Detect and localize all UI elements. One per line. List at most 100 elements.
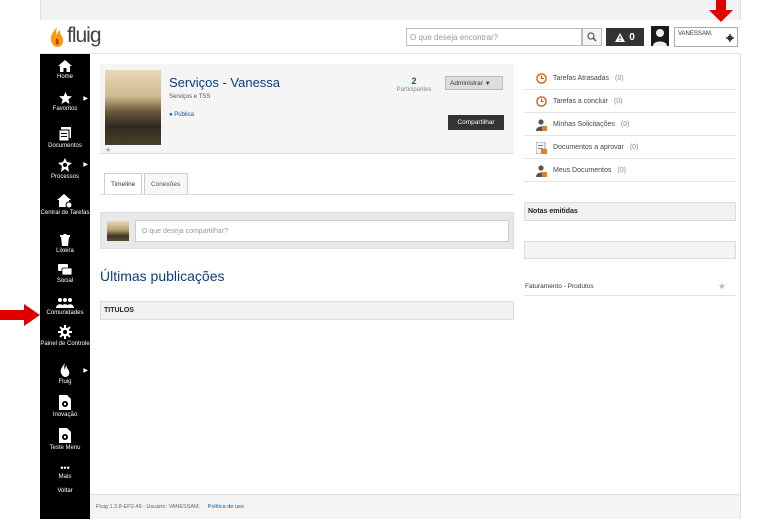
annotation-arrow-right-icon [0,304,40,326]
empty-widget-bar [524,241,736,259]
processes-icon [58,158,72,172]
tab-divider [100,194,514,195]
sidebar-item-label: Processos [50,174,79,180]
participants-label: Participantes [396,87,432,93]
fluig-icon [60,363,70,377]
sidebar-item-label: Inovação [52,412,78,418]
sidebar-item-label: Central de Tarefas [40,210,90,216]
star-icon[interactable]: ★ [718,281,726,292]
notification-count: 0 [629,31,635,43]
sidebar-item-social[interactable]: Social [40,264,90,285]
visibility-text: Pública [174,112,194,118]
submenu-arrow-icon: ▶ [83,162,88,168]
share-box: O que deseja compartilhar? [100,212,514,249]
fluig-logo[interactable]: fluig [48,24,102,48]
compartilhar-button[interactable]: Compartilhar [448,115,504,130]
task-count: (0) [629,144,639,151]
notes-header: Notas emitidas [524,202,736,221]
tab-timeline[interactable]: Timeline [104,173,142,195]
notifications-button[interactable]: 0 [606,28,644,46]
top-bar: fluig O que deseja encontrar? 0 VANESSAM… [40,20,741,54]
task-link-atrasadas[interactable]: Tarefas Atrasadas (0) [524,68,736,90]
task-count: (0) [615,75,624,82]
tab-conexoes[interactable]: Conexões [144,173,188,195]
sidebar-item-label: Home [56,74,73,80]
sidebar-item-label: Voltar [57,488,73,494]
share-avatar [107,221,129,241]
footer-version: Fluig 1.3.8-EP2.49 - Usuário: VANESSAM. [96,504,201,510]
task-link-minhas-solicitacoes[interactable]: Minhas Solicitações (0) [524,114,736,136]
visibility-label: ● Pública [169,112,194,118]
sidebar-item-label: Social [56,278,74,284]
sidebar-item-label: Fluig [58,379,72,385]
community-title: Serviços - Vanessa [169,75,281,90]
submenu-arrow-icon: ▶ [83,368,88,374]
user-request-icon [536,118,547,131]
task-count: (0) [613,98,623,105]
sidebar-item-inovacao[interactable]: Inovação [40,395,90,419]
billing-item[interactable]: Faturamento - Produtos ★ [524,276,736,296]
sidebar-item-label: Documentos [48,143,82,149]
sidebar-item-favoritos[interactable]: Favoritos ▶ [40,92,90,113]
task-link-a-concluir[interactable]: Tarefas a concluir (0) [524,91,736,113]
task-label: Tarefas Atrasadas [553,75,610,82]
administrar-label: Administrar [450,80,483,87]
globe-icon: ● [169,112,173,118]
sidebar-item-label: Comunidades [46,310,84,316]
logo-text: fluig [67,24,102,47]
sidebar-item-lixeira[interactable]: Lixeira [40,234,90,255]
sidebar-item-fluig[interactable]: Fluig ▶ [40,363,90,386]
more-icon: ••• [60,463,70,473]
task-link-meus-documentos[interactable]: Meus Documentos (0) [524,160,736,182]
billing-item-label: Faturamento - Produtos [525,283,594,290]
annotation-arrow-down-icon [709,0,733,22]
task-link-documentos-aprovar[interactable]: Documentos a aprovar (0) [524,137,736,159]
community-subtitle: Serviços e TSS [169,94,211,100]
sidebar-item-documentos[interactable]: Documentos [40,127,90,150]
participants-count[interactable]: 2 [394,76,434,86]
clock-icon [536,96,547,107]
favorite-star-icon[interactable]: ★ [105,146,111,154]
task-label: Meus Documentos [553,167,612,174]
sidebar-item-painel-de-controle[interactable]: Painel de Controle [40,325,90,348]
gear-icon [58,325,72,339]
search-input[interactable]: O que deseja encontrar? [406,28,582,46]
user-name: VANESSAM. [678,31,713,37]
search-button[interactable] [582,28,602,46]
main-content: ★ Serviços - Vanessa Serviços e TSS ● Pú… [90,54,740,494]
social-icon [58,264,72,276]
trash-icon [60,234,70,246]
my-documents-icon [536,164,547,177]
recent-posts-title: Últimas publicações [100,268,225,284]
sidebar-item-label: Lixeira [56,248,74,254]
gear-icon[interactable] [726,34,734,42]
user-avatar[interactable] [651,26,669,46]
sidebar-item-home[interactable]: Home [40,60,90,81]
submenu-arrow-icon: ▶ [83,96,88,102]
sidebar-item-label: Mais [58,474,72,480]
sidebar-item-voltar[interactable]: Voltar [40,488,90,495]
user-silhouette-icon [653,29,667,46]
sidebar-item-label: Painel de Controle [40,341,90,347]
sidebar: Home Favoritos ▶ Documentos Processos ▶ … [40,54,90,519]
sidebar-item-mais[interactable]: ••• Mais [40,463,90,481]
titles-header: TITULOS [100,301,514,320]
fluig-flame-icon [50,27,64,47]
tasks-icon [57,194,73,208]
documents-icon [59,127,71,141]
administrar-button[interactable]: Administrar ▼ [445,76,503,90]
sidebar-item-processos[interactable]: Processos ▶ [40,158,90,181]
sidebar-item-teste-menu[interactable]: Teste Menu [40,428,90,452]
share-input[interactable]: O que deseja compartilhar? [135,220,509,242]
caret-down-icon: ▼ [484,81,491,87]
sidebar-item-central-de-tarefas[interactable]: Central de Tarefas [40,194,90,217]
warning-icon [615,32,626,42]
sidebar-item-comunidades[interactable]: Comunidades [40,297,90,317]
user-menu[interactable]: VANESSAM. [674,27,738,47]
innovation-icon [59,395,71,410]
search-icon [587,32,597,42]
footer: Fluig 1.3.8-EP2.49 - Usuário: VANESSAM. … [90,494,740,519]
clock-icon [536,73,547,84]
task-label: Tarefas a concluir [553,98,608,105]
policy-link[interactable]: Política de uso [208,504,244,510]
